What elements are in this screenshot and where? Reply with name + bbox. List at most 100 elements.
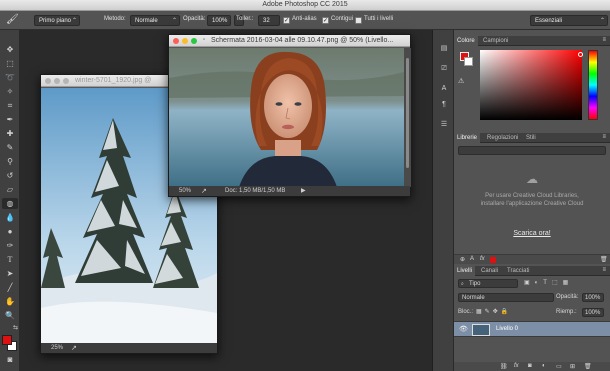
new-group-icon[interactable]: ▭ [556,363,562,370]
delete-layer-icon[interactable]: 🗑 [584,363,592,370]
character-panel-icon[interactable]: A [437,84,451,94]
delete-icon[interactable]: 🗑 [600,256,608,263]
zoom-level[interactable]: 25% [51,345,63,351]
vertical-scrollbar[interactable] [404,48,411,187]
tab-campioni[interactable]: Campioni [480,36,511,46]
document-file-icon: ▫ [203,37,206,43]
workspace-dropdown[interactable]: Essenziali ⌃ [530,15,608,26]
quick-mask-icon[interactable]: ◙ [2,354,18,365]
opacity-field[interactable]: 100% [207,15,231,26]
document-window-portrait[interactable]: ▫ Schermata 2016-03-04 alle 09.10.47.png… [168,34,411,197]
adjustment-layer-icon[interactable]: ◐ [542,363,546,369]
tab-tracciati[interactable]: Tracciati [504,266,532,276]
layer-row[interactable]: 👁 Livello 0 [454,321,610,337]
clone-stamp-tool-icon[interactable]: ⚲ [2,156,18,167]
layer-opacity-field[interactable]: 100% [582,293,604,302]
lasso-tool-icon[interactable]: ➰ [2,72,18,83]
tab-canali[interactable]: Canali [478,266,501,276]
history-panel-icon[interactable]: ▤ [437,44,451,54]
blend-mode-dropdown[interactable]: Normale [458,293,554,302]
status-arrow-icon[interactable]: ▶ [301,187,306,194]
pen-tool-icon[interactable]: ✑ [2,240,18,251]
paragraph-panel-icon[interactable]: ¶ [437,100,451,110]
antialias-checkbox[interactable]: ✓ [283,17,290,24]
add-color-icon[interactable] [490,257,496,263]
add-mask-icon[interactable]: ◙ [528,363,532,369]
zoom-level[interactable]: 50% [179,188,191,194]
close-button[interactable] [173,38,179,44]
layer-name[interactable]: Livello 0 [496,326,518,332]
minimize-button[interactable] [54,78,60,84]
layer-filter-icons[interactable]: ▣◐T⬚▦ [524,279,594,288]
swap-colors-icon[interactable]: ⇆ [13,324,18,331]
preset-dropdown-value: Primo piano [39,18,72,24]
blur-tool-icon[interactable]: 💧 [2,212,18,223]
move-tool-icon[interactable]: ✥ [2,44,18,55]
color-bg-swatch[interactable] [464,57,473,66]
document-status-bar: 50% ↗ Doc: 1,50 MB/1,50 MB ▶ [169,186,410,196]
portrait-image [169,48,404,187]
color-field[interactable] [480,50,582,120]
magic-wand-tool-icon[interactable]: ✧ [2,86,18,97]
history-brush-tool-icon[interactable]: ↺ [2,170,18,181]
link-layers-icon[interactable]: ⛓ [500,363,508,370]
shape-tool-icon[interactable]: ╱ [2,282,18,293]
layer-filter-dropdown[interactable]: ⌕ Tipo [458,279,518,288]
tab-stili[interactable]: Stili [523,133,539,143]
panel-menu-icon[interactable]: ≡ [602,267,606,273]
preset-dropdown[interactable]: Primo piano ⌃ [34,15,80,26]
hand-tool-icon[interactable]: ✋ [2,296,18,307]
document-title: winter-5701_1920.jpg @ [75,77,152,84]
add-graphic-icon[interactable]: ⊕ [460,256,465,263]
zoom-button[interactable] [191,38,197,44]
minimize-button[interactable] [182,38,188,44]
crop-tool-icon[interactable]: ⌗ [2,100,18,111]
healing-brush-tool-icon[interactable]: ✚ [2,128,18,139]
brush-tool-icon[interactable]: ✎ [2,142,18,153]
tolerance-field[interactable]: 32 [258,15,280,26]
tab-librerie[interactable]: Librerie [454,133,481,143]
panel-menu-icon[interactable]: ≡ [602,134,606,140]
layers-footer: ⛓ fx ◙ ◐ ▭ ⊞ 🗑 [454,362,610,371]
library-dropdown[interactable] [458,146,606,155]
eraser-tool-icon[interactable]: ▱ [2,184,18,195]
hue-slider[interactable] [588,50,598,120]
zoom-tool-icon[interactable]: 🔍 [2,310,18,321]
add-layer-style-icon[interactable]: fx [514,363,519,369]
properties-panel-icon[interactable]: ☰ [437,120,451,130]
panel-menu-icon[interactable]: ≡ [602,37,606,43]
contiguous-checkbox[interactable]: ✓ [322,17,329,24]
app-titlebar: Adobe Photoshop CC 2015 [0,0,610,11]
marquee-tool-icon[interactable]: ⬚ [2,58,18,69]
status-menu-icon[interactable]: ↗ [201,187,207,195]
app-title: Adobe Photoshop CC 2015 [262,1,348,8]
scrollbar-thumb[interactable] [406,58,409,168]
portrait-canvas[interactable] [169,48,404,187]
type-tool-icon[interactable]: T [2,254,18,265]
dodge-tool-icon[interactable]: ● [2,226,18,237]
add-character-style-icon[interactable]: A [470,256,474,262]
actions-panel-icon[interactable]: ⎚ [437,64,451,74]
lock-icons[interactable]: ▦✎✥🔒 [476,308,511,315]
all-layers-checkbox[interactable] [355,17,362,24]
paint-bucket-tool-icon[interactable]: ◍ [2,198,18,209]
tab-livelli[interactable]: Livelli [454,266,476,276]
tab-colore[interactable]: Colore [454,36,478,46]
eye-icon[interactable]: 👁 [459,325,468,333]
eyedropper-tool-icon[interactable]: ✒ [2,114,18,125]
tab-regolazioni[interactable]: Regolazioni [484,133,521,143]
path-selection-tool-icon[interactable]: ➤ [2,268,18,279]
status-menu-icon[interactable]: ↗ [71,344,77,352]
close-button[interactable] [45,78,51,84]
foreground-color-swatch[interactable] [2,335,12,345]
fill-field[interactable]: 100% [582,308,604,317]
zoom-button[interactable] [63,78,69,84]
blend-mode-value: Normale [462,295,485,301]
download-link[interactable]: Scarica ora! [494,230,570,237]
new-layer-icon[interactable]: ⊞ [570,363,575,370]
opacity-value: 100% [212,18,228,24]
method-dropdown[interactable]: Normale ⌃ [130,15,180,26]
add-layer-style-icon[interactable]: fx [480,256,485,262]
tool-preset-icon[interactable]: 🖌 [6,14,22,26]
document-titlebar[interactable]: ▫ Schermata 2016-03-04 alle 09.10.47.png… [169,35,410,47]
